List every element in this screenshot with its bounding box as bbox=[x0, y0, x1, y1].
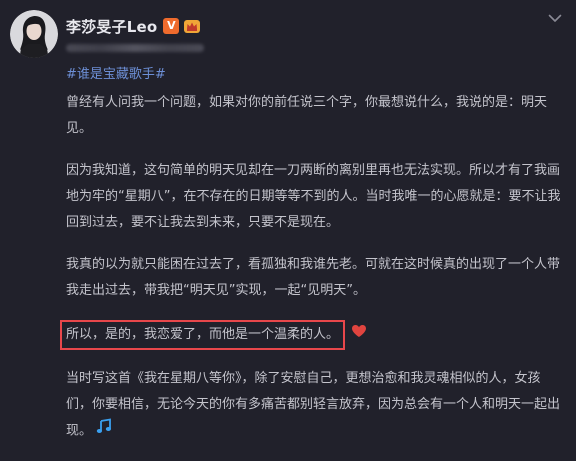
heart-icon bbox=[351, 322, 367, 348]
verified-badge[interactable]: V bbox=[163, 18, 180, 34]
post-body: 曾经有人问我一个问题，如果对你的前任说三个字，你最想说什么，我说的是：明天见。 … bbox=[60, 90, 562, 461]
chevron-down-icon[interactable] bbox=[546, 12, 564, 24]
post-paragraph: 我真的以为就只能困在过去了，看孤独和我谁先老。可就在这时候真的出现了一个人带我走… bbox=[66, 257, 561, 298]
author-name[interactable]: 李莎旻子Leo bbox=[66, 16, 157, 37]
highlight-box: 所以，是的，我恋爱了，而他是一个温柔的人。 bbox=[60, 320, 346, 350]
post-paragraph-last: 当时写这首《我在星期八等你》，除了安慰自己，更想治愈和我灵魂相似的人，女孩们，你… bbox=[66, 366, 562, 445]
post-paragraph: 因为我知道，这句简单的明天见却在一刀两断的离别里再也无法实现。所以才有了我画地为… bbox=[66, 163, 561, 230]
avatar[interactable] bbox=[10, 10, 58, 58]
hashtag-link[interactable]: #谁是宝藏歌手# bbox=[66, 66, 166, 84]
highlighted-text: 所以，是的，我恋爱了，而他是一个温柔的人。 bbox=[66, 327, 340, 342]
weibo-post-card: 李莎旻子Leo V #谁是宝藏歌手# 曾经有人问我一个问题，如果对你的前任说三个… bbox=[0, 0, 576, 439]
music-note-icon bbox=[96, 418, 112, 444]
post-paragraph: 曾经有人问我一个问题，如果对你的前任说三个字，你最想说什么，我说的是：明天见。 bbox=[66, 95, 548, 136]
author-row: 李莎旻子Leo V bbox=[66, 14, 201, 38]
post-meta-blurred bbox=[66, 42, 206, 54]
highlighted-paragraph: 所以，是的，我恋爱了，而他是一个温柔的人。 bbox=[60, 320, 562, 350]
blurred-timestamp bbox=[66, 44, 204, 52]
avatar-image bbox=[10, 10, 58, 58]
post-paragraph-last-text: 当时写这首《我在星期八等你》，除了安慰自己，更想治愈和我灵魂相似的人，女孩们，你… bbox=[66, 371, 561, 439]
crown-icon[interactable] bbox=[183, 18, 201, 34]
